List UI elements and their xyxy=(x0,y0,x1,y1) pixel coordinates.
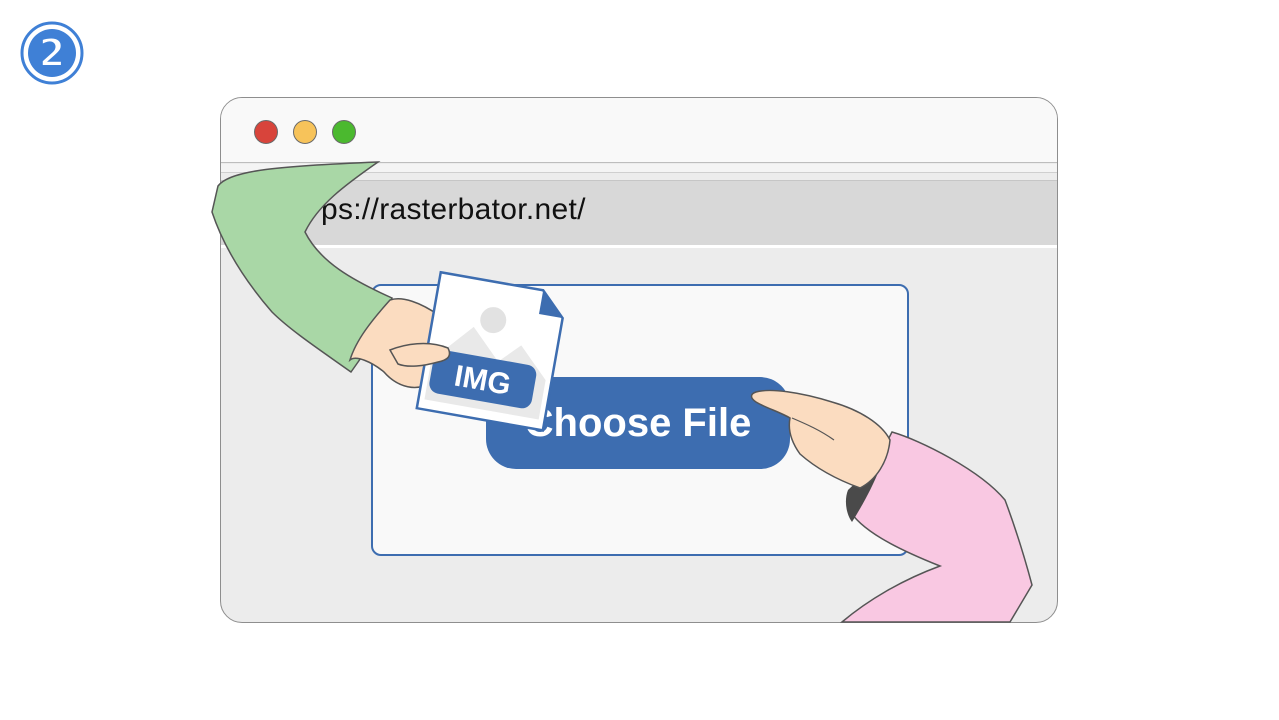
address-bar[interactable]: ps://rasterbator.net/ xyxy=(221,180,1057,248)
close-window-button[interactable] xyxy=(254,120,278,144)
tab-strip xyxy=(221,164,1057,173)
upload-panel: Choose File xyxy=(371,284,909,556)
url-text: ps://rasterbator.net/ xyxy=(321,193,586,226)
step-number: 2 xyxy=(38,30,66,76)
maximize-window-button[interactable] xyxy=(332,120,356,144)
choose-file-button[interactable]: Choose File xyxy=(486,377,790,469)
title-bar xyxy=(221,98,1057,163)
minimize-window-button[interactable] xyxy=(293,120,317,144)
step-badge: 2 xyxy=(20,21,84,85)
browser-window: ps://rasterbator.net/ Choose File xyxy=(220,97,1058,623)
